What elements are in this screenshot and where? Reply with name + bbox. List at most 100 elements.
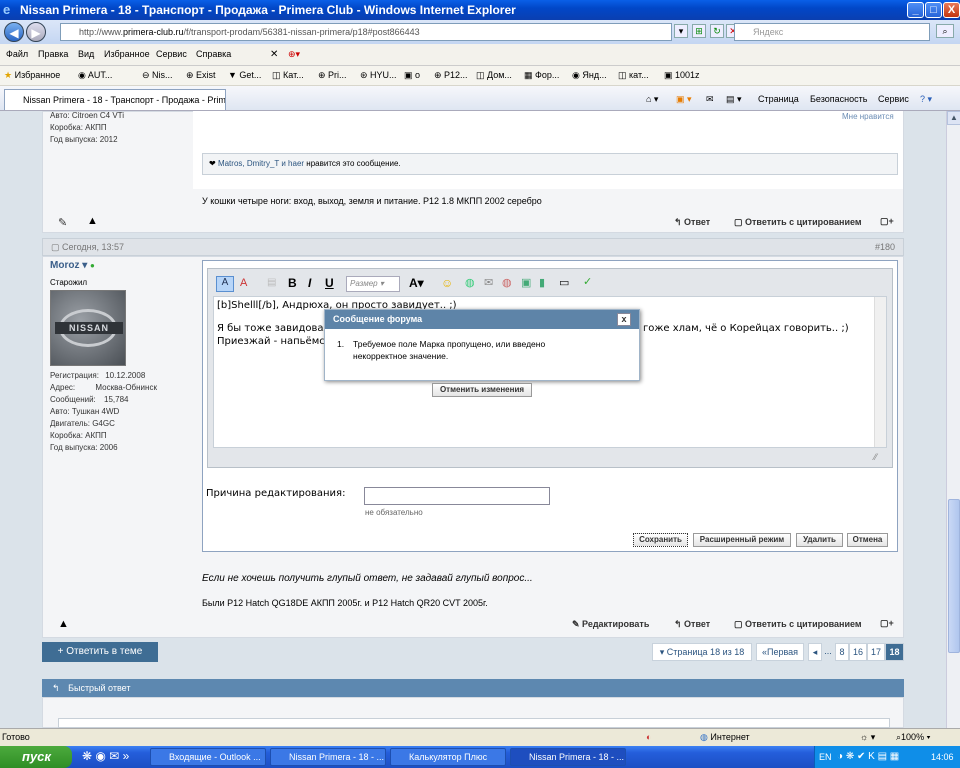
quicklaunch-icons[interactable]: ❋ ◉ ✉ » [82, 749, 129, 763]
clock[interactable]: 14:06 [931, 746, 954, 768]
advanced-mode-button[interactable]: Расширенный режим [693, 533, 791, 547]
menu-tools[interactable]: Сервис [156, 49, 187, 59]
resize-handle-icon[interactable]: ⁄⁄ [874, 452, 877, 462]
bold-icon[interactable]: B [288, 276, 297, 290]
like-link[interactable]: Мне нравится [842, 112, 894, 121]
tool-service[interactable]: Сервис [878, 94, 909, 104]
fav-item[interactable]: ▼ Get... [228, 70, 261, 80]
tray-icons[interactable]: ◑ ❋ ✔ K ▤ ▦ [837, 746, 899, 768]
search-icon[interactable]: ⌕ [936, 24, 954, 38]
browser-tab[interactable]: Nissan Primera - 18 - Транспорт - Продаж… [4, 89, 226, 110]
back-arrow-icon[interactable]: ◀ [4, 22, 24, 42]
report-icon[interactable]: ▲ [58, 618, 69, 630]
email-icon[interactable]: ✉ [484, 276, 493, 289]
italic-icon[interactable]: I [308, 276, 311, 290]
home-icon[interactable]: ⌂ ▾ [646, 94, 658, 105]
forward-arrow-icon[interactable]: ▶ [26, 22, 46, 42]
quote-button[interactable]: ▢ Ответить с цитированием [734, 217, 862, 228]
dropdown-icon[interactable]: ▾ [674, 24, 688, 38]
fav-item[interactable]: ◫ Кат... [272, 70, 304, 81]
task-outlook[interactable]: Входящие - Outlook ... [150, 748, 266, 766]
fav-item[interactable]: ▣ о [404, 70, 420, 81]
paste-icon[interactable]: ▤ [267, 277, 276, 288]
avatar[interactable]: NISSAN [50, 290, 126, 366]
dialog-close-button[interactable]: x [617, 313, 631, 326]
refresh-icon[interactable]: ↻ [710, 24, 724, 38]
fav-item[interactable]: ▦ Фор... [524, 70, 559, 81]
close-toolbar-icon[interactable]: ✕ [270, 49, 278, 60]
quick-reply-header[interactable]: ↰ Быстрый ответ [42, 679, 904, 697]
search-input[interactable]: Яндекс [734, 23, 930, 41]
protected-mode-icon[interactable]: ◐ [646, 729, 651, 746]
reputation-icon[interactable]: ✎ [58, 216, 67, 229]
spellcheck-icon[interactable]: ✓ [583, 275, 592, 288]
quote-button[interactable]: ▢ Ответить с цитированием [734, 619, 862, 630]
link-icon[interactable]: ◍ [465, 276, 475, 289]
prev-page-link[interactable]: ◂ [808, 643, 822, 661]
reply-in-thread-button[interactable]: + Ответить в теме [42, 642, 158, 662]
print-icon[interactable]: ▤ ▾ [726, 94, 742, 105]
menu-edit[interactable]: Правка [38, 49, 68, 59]
reply-button[interactable]: ↰ Ответ [674, 619, 710, 630]
address-bar[interactable]: http://www.primera-club.ru/f/transport-p… [60, 23, 672, 41]
post-number[interactable]: #180 [875, 242, 895, 252]
first-page-link[interactable]: «Первая [756, 643, 804, 661]
image-icon[interactable]: ▣ [521, 276, 531, 289]
minimize-button[interactable]: _ [907, 2, 924, 18]
mail-icon[interactable]: ✉ [706, 94, 714, 105]
fav-item[interactable]: ▣ 1001z [664, 70, 700, 81]
tool-security[interactable]: Безопасность [810, 94, 867, 104]
tool-page[interactable]: Страница [758, 94, 799, 104]
fav-item[interactable]: ◫ Дом... [476, 70, 512, 81]
page-link[interactable]: 16 [849, 643, 867, 661]
fav-item[interactable]: ⊕ Exist [186, 70, 216, 81]
font-color-icon[interactable]: A▾ [409, 276, 424, 290]
scroll-thumb[interactable] [948, 499, 960, 653]
report-icon[interactable]: ▲ [87, 215, 98, 227]
fav-item[interactable]: ⊖ Nis... [142, 70, 173, 81]
multiquote-icon[interactable]: ▢+ [880, 618, 894, 629]
fav-item[interactable]: ⊛ HYU... [360, 70, 397, 81]
task-ie-1[interactable]: Nissan Primera - 18 - ... [270, 748, 386, 766]
remove-format-icon[interactable]: A [240, 277, 247, 289]
fav-item[interactable]: ⊕ Pri... [318, 70, 347, 81]
save-button[interactable]: Сохранить [633, 533, 688, 547]
language-indicator[interactable]: EN [819, 746, 832, 768]
menu-favorites[interactable]: Избранное [104, 49, 150, 59]
rss-icon[interactable]: ▣ ▾ [676, 94, 692, 105]
revert-changes-button[interactable]: Отменить изменения [432, 383, 532, 397]
quick-reply-editor[interactable] [58, 718, 890, 728]
start-button[interactable]: пуск [0, 746, 72, 768]
fav-item[interactable]: ◉ AUT... [78, 70, 112, 81]
wysiwyg-toggle-icon[interactable]: A [216, 276, 234, 292]
compat-view-icon[interactable]: ⊞ [692, 24, 706, 38]
multiquote-icon[interactable]: ▢+ [880, 216, 894, 227]
menu-view[interactable]: Вид [78, 49, 94, 59]
menu-help[interactable]: Справка [196, 49, 231, 59]
page-link[interactable]: 17 [867, 643, 885, 661]
fav-item[interactable]: ⊕ P12... [434, 70, 468, 81]
edit-button[interactable]: ✎ Редактировать [572, 619, 649, 630]
page-selector[interactable]: ▾ Страница 18 из 18 [652, 643, 752, 661]
reply-button[interactable]: ↰ Ответ [674, 217, 710, 228]
scroll-up-icon[interactable]: ▲ [947, 111, 960, 125]
like-users[interactable]: Matros, Dmitry_T и haer [218, 159, 304, 168]
task-ie-2[interactable]: Nissan Primera - 18 - ... [510, 748, 626, 766]
help-icon[interactable]: ? ▾ [920, 94, 932, 105]
font-size-select[interactable]: Размер ▾ [346, 276, 400, 292]
underline-icon[interactable]: U [325, 276, 334, 290]
page-scrollbar[interactable]: ▲ [946, 111, 960, 728]
zone-indicator[interactable]: ◍ Интернет [700, 729, 750, 746]
maximize-button[interactable]: □ [925, 2, 942, 18]
delete-button[interactable]: Удалить [796, 533, 843, 547]
video-icon[interactable]: ▮ [539, 276, 545, 289]
zoom-control[interactable]: ⌕100% ▾ [896, 729, 930, 746]
security-icon[interactable]: ☼ ▾ [860, 729, 875, 746]
task-calculator[interactable]: Калькулятор Плюс [390, 748, 506, 766]
favorites-button[interactable]: ★ Избранное [4, 70, 60, 81]
cancel-button[interactable]: Отмена [847, 533, 888, 547]
fav-item[interactable]: ◫ кат... [618, 70, 649, 81]
unlink-icon[interactable]: ◍ [502, 276, 512, 289]
smiley-icon[interactable]: ☺ [441, 276, 453, 290]
page-link[interactable]: 8 [835, 643, 849, 661]
